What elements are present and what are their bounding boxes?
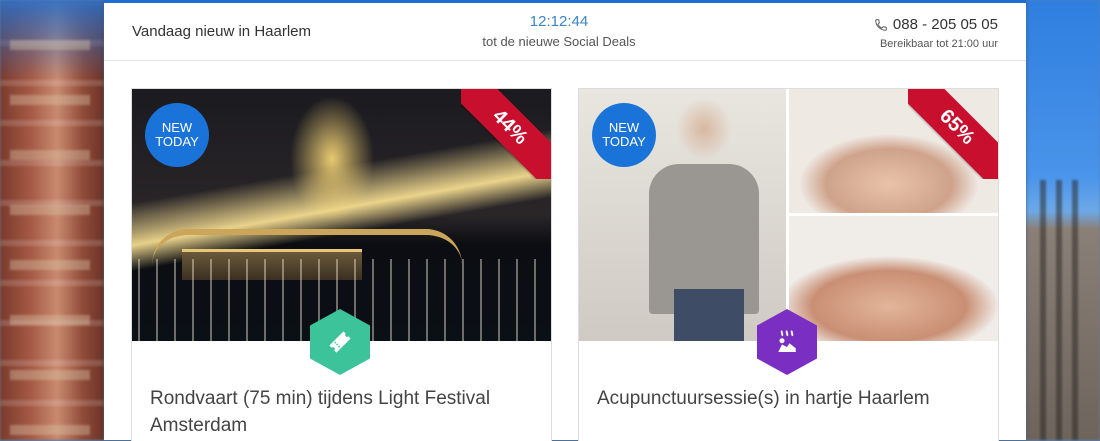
background-right: [1026, 0, 1100, 440]
photo-treatment-bottom: [789, 216, 998, 341]
deal-title[interactable]: Rondvaart (75 min) tijdens Light Festiva…: [150, 385, 530, 439]
top-bar: Vandaag nieuw in Haarlem 12:12:44 tot de…: [104, 0, 1026, 61]
contact-info: 088 - 205 05 05 Bereikbaar tot 21:00 uur: [874, 16, 998, 50]
city-label[interactable]: Vandaag nieuw in Haarlem: [132, 23, 311, 40]
background-left: [0, 0, 104, 440]
deal-title[interactable]: Acupunctuursessie(s) in hartje Haarlem: [597, 385, 977, 412]
discount-ribbon: 65%: [908, 89, 998, 179]
phone-icon: [874, 18, 888, 32]
badge-line-2: TODAY: [602, 134, 646, 149]
badge-line-1: NEW: [161, 120, 193, 135]
phone-link[interactable]: 088 - 205 05 05: [874, 16, 998, 33]
discount-label: 44%: [461, 89, 551, 179]
deal-card[interactable]: 44% NEW TODAY Rondvaart (75 min) tijdens…: [131, 88, 552, 441]
opening-hours: Bereikbaar tot 21:00 uur: [879, 38, 998, 50]
discount-label: 65%: [908, 89, 998, 179]
deal-card[interactable]: 65% NEW TODAY Acupunctuursessie(s) in ha…: [578, 88, 999, 441]
photo-divider: [789, 213, 998, 216]
main-content: Vandaag nieuw in Haarlem 12:12:44 tot de…: [104, 0, 1026, 441]
countdown: 12:12:44 tot de nieuwe Social Deals: [459, 13, 659, 49]
photo-jeans: [674, 289, 744, 341]
badge-line-2: TODAY: [155, 134, 199, 149]
badge-line-1: NEW: [608, 120, 640, 135]
countdown-time: 12:12:44: [529, 13, 589, 30]
phone-number: 088 - 205 05 05: [892, 16, 998, 33]
countdown-text: tot de nieuwe Social Deals: [482, 34, 636, 49]
discount-ribbon: 44%: [461, 89, 551, 179]
new-today-badge: NEW TODAY: [592, 103, 656, 167]
new-today-badge: NEW TODAY: [145, 103, 209, 167]
top-accent-strip: [104, 0, 1026, 3]
